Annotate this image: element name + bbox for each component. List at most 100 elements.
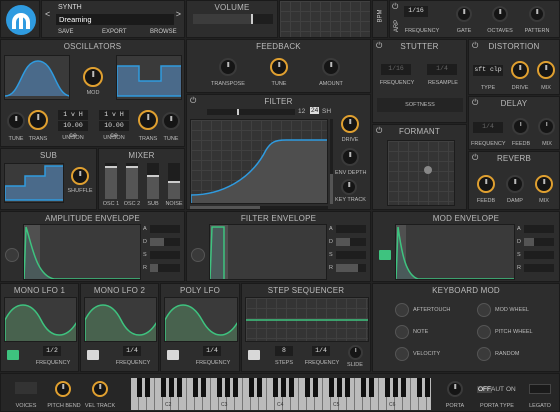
amp-env-graph[interactable] bbox=[23, 224, 141, 280]
distortion-drive-knob[interactable] bbox=[511, 61, 529, 79]
aftertouch-source-icon[interactable] bbox=[395, 303, 409, 317]
browse-button[interactable]: BROWSE bbox=[150, 29, 177, 35]
step-seq-frequency-box[interactable]: 1/4 bbox=[312, 346, 330, 356]
osc1-trans-knob[interactable] bbox=[28, 110, 48, 130]
osc1-waveform[interactable] bbox=[4, 55, 70, 100]
piano-black-key[interactable] bbox=[384, 378, 390, 397]
porta-type-aut[interactable]: AUT bbox=[491, 386, 504, 393]
step-seq-mod-source-icon[interactable] bbox=[248, 350, 260, 360]
mod-wheel-source-icon[interactable] bbox=[477, 303, 491, 317]
mod-env-release-slider[interactable] bbox=[524, 264, 554, 272]
arp-octaves-knob[interactable] bbox=[492, 6, 508, 22]
mod-env-attack-slider[interactable] bbox=[524, 225, 554, 233]
reverb-damp-knob[interactable] bbox=[506, 175, 524, 193]
piano-black-key[interactable] bbox=[216, 378, 222, 397]
filter-resonance-slider[interactable] bbox=[330, 119, 333, 204]
filter-env-depth-knob[interactable] bbox=[341, 148, 359, 166]
piano-black-key[interactable] bbox=[224, 378, 230, 397]
mixer-level-slider[interactable] bbox=[168, 163, 180, 199]
arp-power-icon[interactable]: ⏻ bbox=[392, 2, 398, 12]
legato-toggle[interactable] bbox=[529, 384, 551, 394]
filter-env-attack-slider[interactable] bbox=[336, 225, 366, 233]
step-seq-slide-knob[interactable] bbox=[348, 345, 363, 360]
osc2-waveform[interactable] bbox=[116, 55, 182, 100]
mod-env-mod-source-icon[interactable] bbox=[379, 250, 391, 260]
piano-black-key[interactable] bbox=[368, 378, 374, 397]
lfo2-waveform[interactable] bbox=[84, 297, 157, 342]
piano-black-key[interactable] bbox=[200, 378, 206, 397]
arp-gate-knob[interactable] bbox=[456, 6, 472, 22]
feedback-tune-knob[interactable] bbox=[270, 58, 288, 76]
piano-black-key[interactable] bbox=[192, 378, 198, 397]
filter-response-graph[interactable] bbox=[190, 119, 328, 204]
piano-black-key[interactable] bbox=[256, 378, 262, 397]
distortion-mix-knob[interactable] bbox=[537, 61, 555, 79]
piano-black-key[interactable] bbox=[232, 378, 238, 397]
lfo3-waveform[interactable] bbox=[164, 297, 238, 342]
filter-env-sustain-slider[interactable] bbox=[336, 251, 366, 259]
piano-black-key[interactable] bbox=[328, 378, 334, 397]
arp-frequency-box[interactable]: 1/16 bbox=[404, 6, 428, 17]
note-source-icon[interactable] bbox=[395, 325, 409, 339]
delay-mix-knob[interactable] bbox=[538, 118, 555, 135]
formant-xy-pad[interactable] bbox=[387, 140, 455, 206]
porta-knob[interactable] bbox=[447, 381, 463, 397]
filter-env-graph[interactable] bbox=[209, 224, 327, 280]
reverb-feedb-knob[interactable] bbox=[477, 175, 495, 193]
distortion-type-box[interactable]: sft clp bbox=[473, 65, 503, 76]
feedback-amount-knob[interactable] bbox=[322, 58, 340, 76]
amp-env-attack-slider[interactable] bbox=[150, 225, 180, 233]
save-button[interactable]: SAVE bbox=[58, 29, 74, 35]
patch-name[interactable]: Dreaming bbox=[56, 14, 174, 25]
pitch-bend-knob[interactable] bbox=[55, 381, 71, 397]
filter-env-decay-slider[interactable] bbox=[336, 238, 366, 246]
mod-env-decay-slider[interactable] bbox=[524, 238, 554, 246]
piano-black-key[interactable] bbox=[312, 378, 318, 397]
stutter-resample-box[interactable]: 1/4 bbox=[427, 64, 457, 75]
random-source-icon[interactable] bbox=[477, 347, 491, 361]
mod-env-graph[interactable] bbox=[395, 224, 515, 280]
vel-track-knob[interactable] bbox=[92, 381, 108, 397]
lfo1-waveform[interactable] bbox=[4, 297, 77, 342]
feedback-transpose-knob[interactable] bbox=[219, 58, 237, 76]
piano-black-key[interactable] bbox=[336, 378, 342, 397]
reverb-mix-knob[interactable] bbox=[535, 175, 553, 193]
piano-black-key[interactable] bbox=[416, 378, 422, 397]
filter-drive-knob[interactable] bbox=[341, 115, 359, 133]
amp-env-sustain-slider[interactable] bbox=[150, 251, 180, 259]
piano-black-key[interactable] bbox=[400, 378, 406, 397]
arp-pattern-knob[interactable] bbox=[529, 6, 545, 22]
velocity-source-icon[interactable] bbox=[395, 347, 409, 361]
porta-type-on[interactable]: ON bbox=[506, 386, 516, 393]
lfo1-mod-source-icon[interactable] bbox=[7, 350, 19, 360]
next-patch-button[interactable]: > bbox=[176, 9, 181, 19]
piano-black-key[interactable] bbox=[424, 378, 430, 397]
piano-keyboard[interactable]: C2C3C4C5C6C7 bbox=[131, 378, 431, 410]
delay-feedb-knob[interactable] bbox=[512, 118, 529, 135]
filter-cutoff-slider[interactable] bbox=[190, 206, 328, 209]
prev-patch-button[interactable]: < bbox=[45, 9, 50, 19]
piano-black-key[interactable] bbox=[392, 378, 398, 397]
piano-black-key[interactable] bbox=[288, 378, 294, 397]
filter-env-release-slider[interactable] bbox=[336, 264, 366, 272]
mod-env-sustain-slider[interactable] bbox=[524, 251, 554, 259]
step-seq-steps-box[interactable]: 8 bbox=[275, 346, 293, 356]
mixer-level-slider[interactable] bbox=[126, 163, 138, 199]
sub-shuffle-knob[interactable] bbox=[71, 167, 89, 185]
osc1-unison-voices[interactable]: 1 v H bbox=[58, 110, 88, 120]
osc2-tune-knob[interactable] bbox=[162, 112, 180, 130]
osc-mod-knob[interactable] bbox=[83, 67, 103, 87]
lfo3-frequency-box[interactable]: 1/4 bbox=[203, 346, 221, 356]
porta-type-off[interactable]: OFF bbox=[477, 386, 492, 393]
osc2-unison-voices[interactable]: 1 v H bbox=[99, 110, 129, 120]
osc1-tune-knob[interactable] bbox=[7, 112, 25, 130]
filter-key-track-knob[interactable] bbox=[341, 179, 357, 195]
piano-black-key[interactable] bbox=[280, 378, 286, 397]
piano-black-key[interactable] bbox=[344, 378, 350, 397]
piano-black-key[interactable] bbox=[304, 378, 310, 397]
export-button[interactable]: EXPORT bbox=[102, 29, 127, 35]
osc2-trans-knob[interactable] bbox=[138, 110, 158, 130]
voices-box[interactable] bbox=[15, 382, 37, 394]
stutter-frequency-box[interactable]: 1/16 bbox=[381, 64, 411, 75]
piano-black-key[interactable] bbox=[248, 378, 254, 397]
